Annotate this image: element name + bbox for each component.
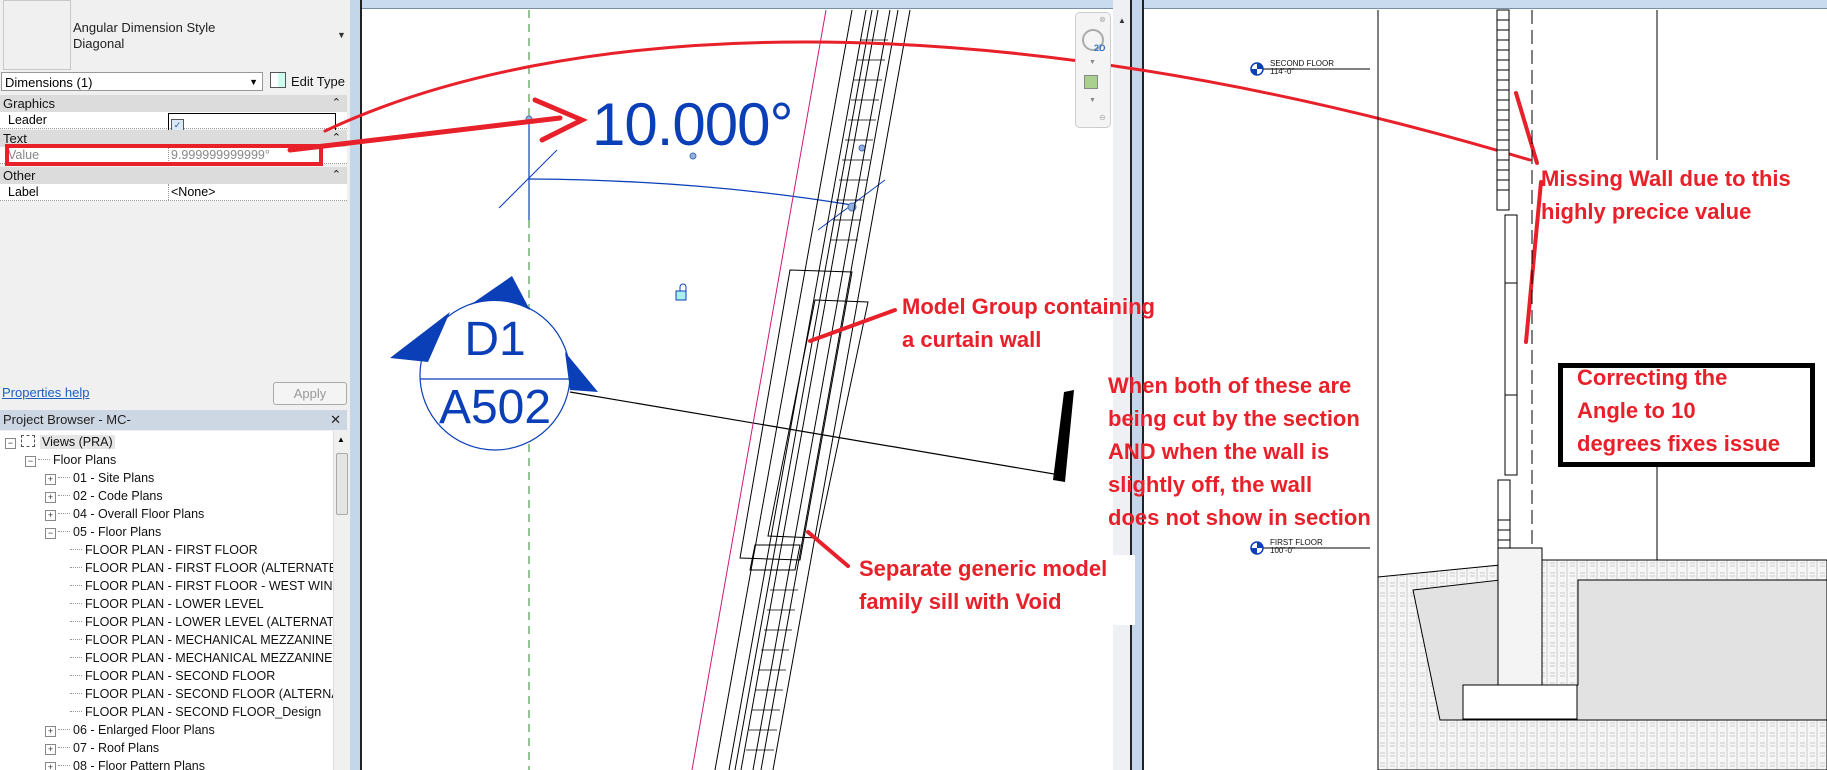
annotation-line: Correcting the	[1577, 365, 1728, 390]
annotation-line: being cut by the section	[1108, 406, 1360, 431]
annotation-line: a curtain wall	[902, 327, 1042, 352]
lock-icon	[675, 290, 687, 301]
annotation-line: highly precice value	[1541, 199, 1752, 224]
annotation-line: does not show in section	[1108, 505, 1371, 530]
section-detail-number: D1	[464, 313, 526, 366]
section-wall	[1496, 9, 1518, 551]
annotation-line: Angle to 10	[1577, 398, 1696, 423]
chevron-down-icon[interactable]: ▼	[1089, 97, 1096, 104]
level-elevation: 100'-0"	[1270, 546, 1295, 555]
annotation-line: slightly off, the wall	[1108, 472, 1313, 497]
section-sheet-number: A502	[438, 381, 552, 434]
scroll-up-icon[interactable]: ▲	[1118, 16, 1126, 25]
dimension-arc	[528, 178, 853, 206]
annotation-fix: Correcting the Angle to 10 degrees fixes…	[1577, 361, 1780, 460]
annotation-line: When both of these are	[1108, 373, 1352, 398]
annotation-line: Missing Wall due to this	[1541, 166, 1791, 191]
annotation-line: degrees fixes issue	[1577, 431, 1781, 456]
footing	[1462, 684, 1578, 720]
drawing-layer	[287, 9, 1827, 770]
level-marker-second	[1250, 62, 1264, 76]
annotation-missing-wall: Missing Wall due to this highly precice …	[1541, 162, 1791, 228]
annotation-sill: Separate generic model family sill with …	[859, 552, 1107, 618]
foundation-wall	[1497, 547, 1543, 686]
chevron-down-icon[interactable]: ▼	[1089, 59, 1096, 66]
level-marker-first	[1250, 541, 1264, 555]
lock-shackle	[679, 283, 687, 291]
annotation-line: Model Group containing	[902, 294, 1155, 319]
zoom-region-icon[interactable]	[1084, 75, 1098, 89]
section-line	[569, 391, 1061, 476]
annotation-line: AND when the wall is	[1108, 439, 1330, 464]
navigation-bar[interactable]: ⊗ 2D ▼ ▼ ⊖	[1075, 12, 1111, 128]
annotation-line: Separate generic model	[859, 556, 1108, 581]
close-icon[interactable]: ⊗	[1099, 15, 1106, 24]
dimension-value-text[interactable]: 10.000°	[592, 90, 794, 159]
annotation-cut-condition: When both of these are being cut by the …	[1108, 369, 1371, 534]
nav-2d-label: 2D	[1094, 43, 1106, 53]
level-elevation: 114'-0"	[1270, 67, 1295, 76]
grip-handle	[858, 144, 866, 152]
annotation-line: family sill with Void	[859, 589, 1062, 614]
section-end-marker	[1053, 390, 1074, 482]
minimize-icon[interactable]: ⊖	[1099, 113, 1106, 122]
annotation-model-group: Model Group containing a curtain wall	[902, 290, 1155, 356]
